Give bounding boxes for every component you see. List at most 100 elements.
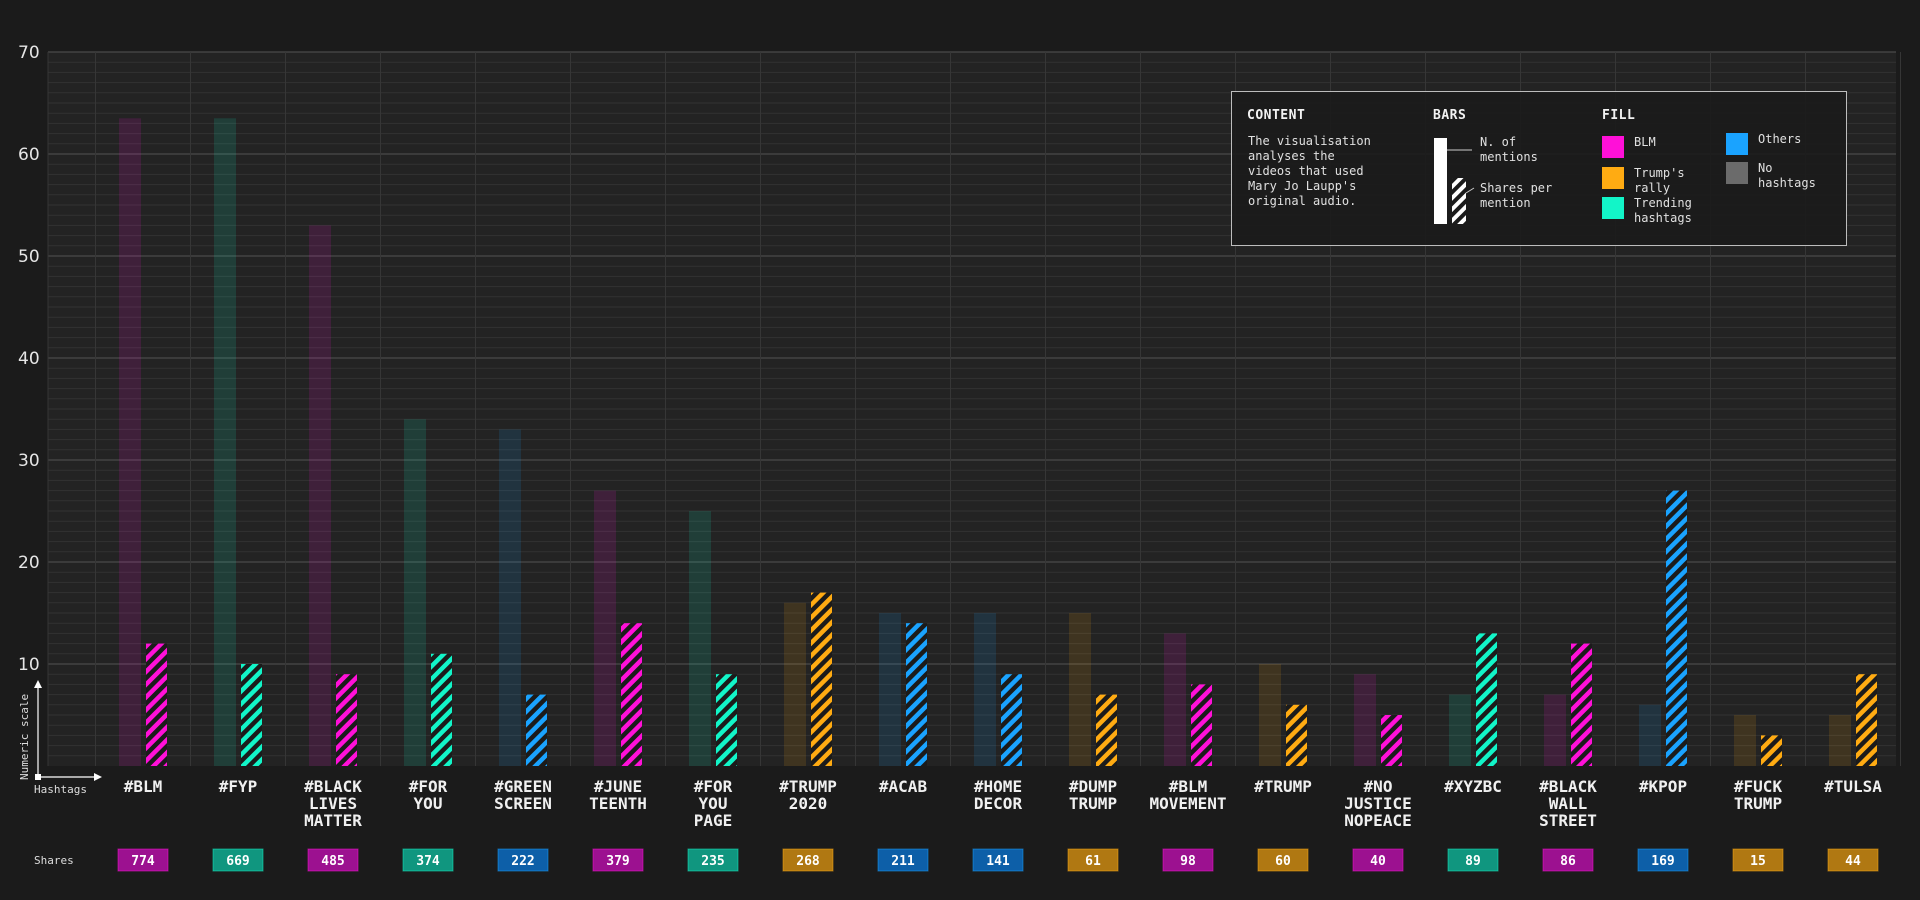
category-label-line: NOPEACE — [1344, 811, 1411, 830]
shares-per-mention-bar — [1191, 684, 1212, 766]
category-label-line: YOU — [414, 794, 443, 813]
shares-value: 40 — [1370, 854, 1386, 869]
category-label: #BLACK WALL STREET — [1539, 777, 1597, 830]
shares-per-mention-bar — [906, 623, 927, 766]
category-labels: #BLM #FYP #BLACK LIVES MATTER #FOR YOU #GREEN SC… — [124, 777, 1883, 830]
shares-per-mention-bar — [146, 643, 167, 766]
legend-hatched-bar — [1452, 178, 1466, 224]
mentions-bar — [1354, 674, 1376, 766]
category-label: #TULSA — [1824, 777, 1882, 796]
mentions-bar — [119, 118, 141, 767]
category-label: #FUCK TRUMP — [1734, 777, 1783, 813]
category-label-line: #KPOP — [1639, 777, 1687, 796]
shares-per-mention-bar — [1096, 694, 1117, 766]
legend-swatch — [1602, 167, 1624, 189]
mentions-bar — [974, 613, 996, 766]
category-label-line: STREET — [1539, 811, 1597, 830]
category-label-line: #ACAB — [879, 777, 928, 796]
category-label-line: #XYZBC — [1444, 777, 1502, 796]
category-label-line: DECOR — [974, 794, 1023, 813]
category-label: #BLM — [124, 777, 163, 796]
y-tick-label: 30 — [18, 451, 40, 471]
shares-value: 669 — [226, 854, 249, 869]
shares-value: 86 — [1560, 854, 1576, 869]
legend-swatch-label: No hashtags — [1758, 161, 1816, 190]
category-label: #TRUMP 2020 — [779, 777, 837, 813]
category-label: #BLACK LIVES MATTER — [304, 777, 362, 830]
category-label-line: TRUMP — [1069, 794, 1117, 813]
shares-value: 15 — [1750, 854, 1766, 869]
mentions-bar — [1164, 633, 1186, 766]
legend-swatch — [1726, 162, 1748, 184]
legend-bars-icon — [1434, 138, 1475, 224]
shares-value: 61 — [1085, 854, 1101, 869]
y-arrow-head — [34, 680, 42, 688]
x-arrow-head — [94, 773, 102, 781]
shares-value: 485 — [321, 854, 344, 869]
y-tick-label: 60 — [18, 145, 40, 165]
category-label: #BLM MOVEMENT — [1149, 777, 1226, 813]
category-label-line: 2020 — [789, 794, 828, 813]
shares-per-mention-bar — [1381, 715, 1402, 766]
shares-per-mention-bar — [526, 694, 547, 766]
shares-value: 60 — [1275, 854, 1291, 869]
mentions-bar — [499, 429, 521, 766]
y-tick-label: 40 — [18, 349, 40, 369]
mentions-bar — [1544, 694, 1566, 766]
mentions-bar — [1449, 694, 1471, 766]
category-label: #GREEN SCREEN — [494, 777, 552, 813]
mentions-bar — [214, 118, 236, 767]
category-label-line: TRUMP — [1734, 794, 1782, 813]
category-label: #FOR YOU — [409, 777, 448, 813]
category-label: #ACAB — [879, 777, 928, 796]
mentions-bar — [689, 511, 711, 766]
shares-value: 374 — [416, 854, 440, 869]
legend-content-text: The visualisation analyses the videos th… — [1248, 134, 1371, 208]
shares-value: 222 — [511, 854, 534, 869]
mentions-bar — [1734, 715, 1756, 766]
legend-swatch — [1726, 133, 1748, 155]
category-label-line: MOVEMENT — [1149, 794, 1226, 813]
mentions-bar — [1069, 613, 1091, 766]
legend-solid-bar — [1434, 138, 1447, 224]
legend-swatch-label: Others — [1758, 132, 1802, 146]
mentions-bar — [784, 602, 806, 766]
legend-hatched-label: Shares per mention — [1480, 181, 1553, 210]
shares-per-mention-bar — [336, 674, 357, 766]
shares-per-mention-bar — [811, 592, 832, 766]
shares-per-mention-bar — [621, 623, 642, 766]
mentions-bar — [1829, 715, 1851, 766]
shares-per-mention-bar — [1476, 633, 1497, 766]
shares-per-mention-bar — [1571, 643, 1592, 766]
mentions-bar — [1639, 704, 1661, 766]
category-label-line: #TULSA — [1824, 777, 1882, 796]
shares-per-mention-bar — [1666, 490, 1687, 766]
shares-row-label: Shares — [34, 854, 74, 867]
category-label: #TRUMP — [1254, 777, 1312, 796]
shares-per-mention-bar — [431, 653, 452, 766]
category-label-line: SCREEN — [494, 794, 552, 813]
category-label-line: PAGE — [694, 811, 733, 830]
y-tick-label: 70 — [18, 43, 40, 63]
mentions-bar — [404, 419, 426, 766]
x-axis-label: Hashtags — [34, 783, 87, 796]
category-label-line: #TRUMP — [1254, 777, 1312, 796]
legend-fill-title: FILL — [1602, 108, 1636, 123]
shares-value: 89 — [1465, 854, 1481, 869]
category-label: #JUNE TEENTH — [589, 777, 647, 813]
mentions-bar — [1259, 664, 1281, 766]
legend-box: CONTENT The visualisation analyses the v… — [1231, 91, 1847, 246]
shares-per-mention-bar — [241, 664, 262, 766]
y-tick-label: 50 — [18, 247, 40, 267]
legend-solid-label: N. of mentions — [1480, 135, 1538, 164]
category-label: #HOME DECOR — [974, 777, 1023, 813]
legend-swatch-label: BLM — [1634, 135, 1656, 149]
legend-swatch-label: Trump's rally — [1634, 166, 1685, 195]
y-tick-label: 20 — [18, 553, 40, 573]
category-label: #FOR YOU PAGE — [694, 777, 733, 830]
mentions-bar — [879, 613, 901, 766]
category-label: #FYP — [219, 777, 258, 796]
shares-value: 211 — [891, 854, 915, 869]
category-label-line: TEENTH — [589, 794, 647, 813]
shares-value: 379 — [606, 854, 629, 869]
